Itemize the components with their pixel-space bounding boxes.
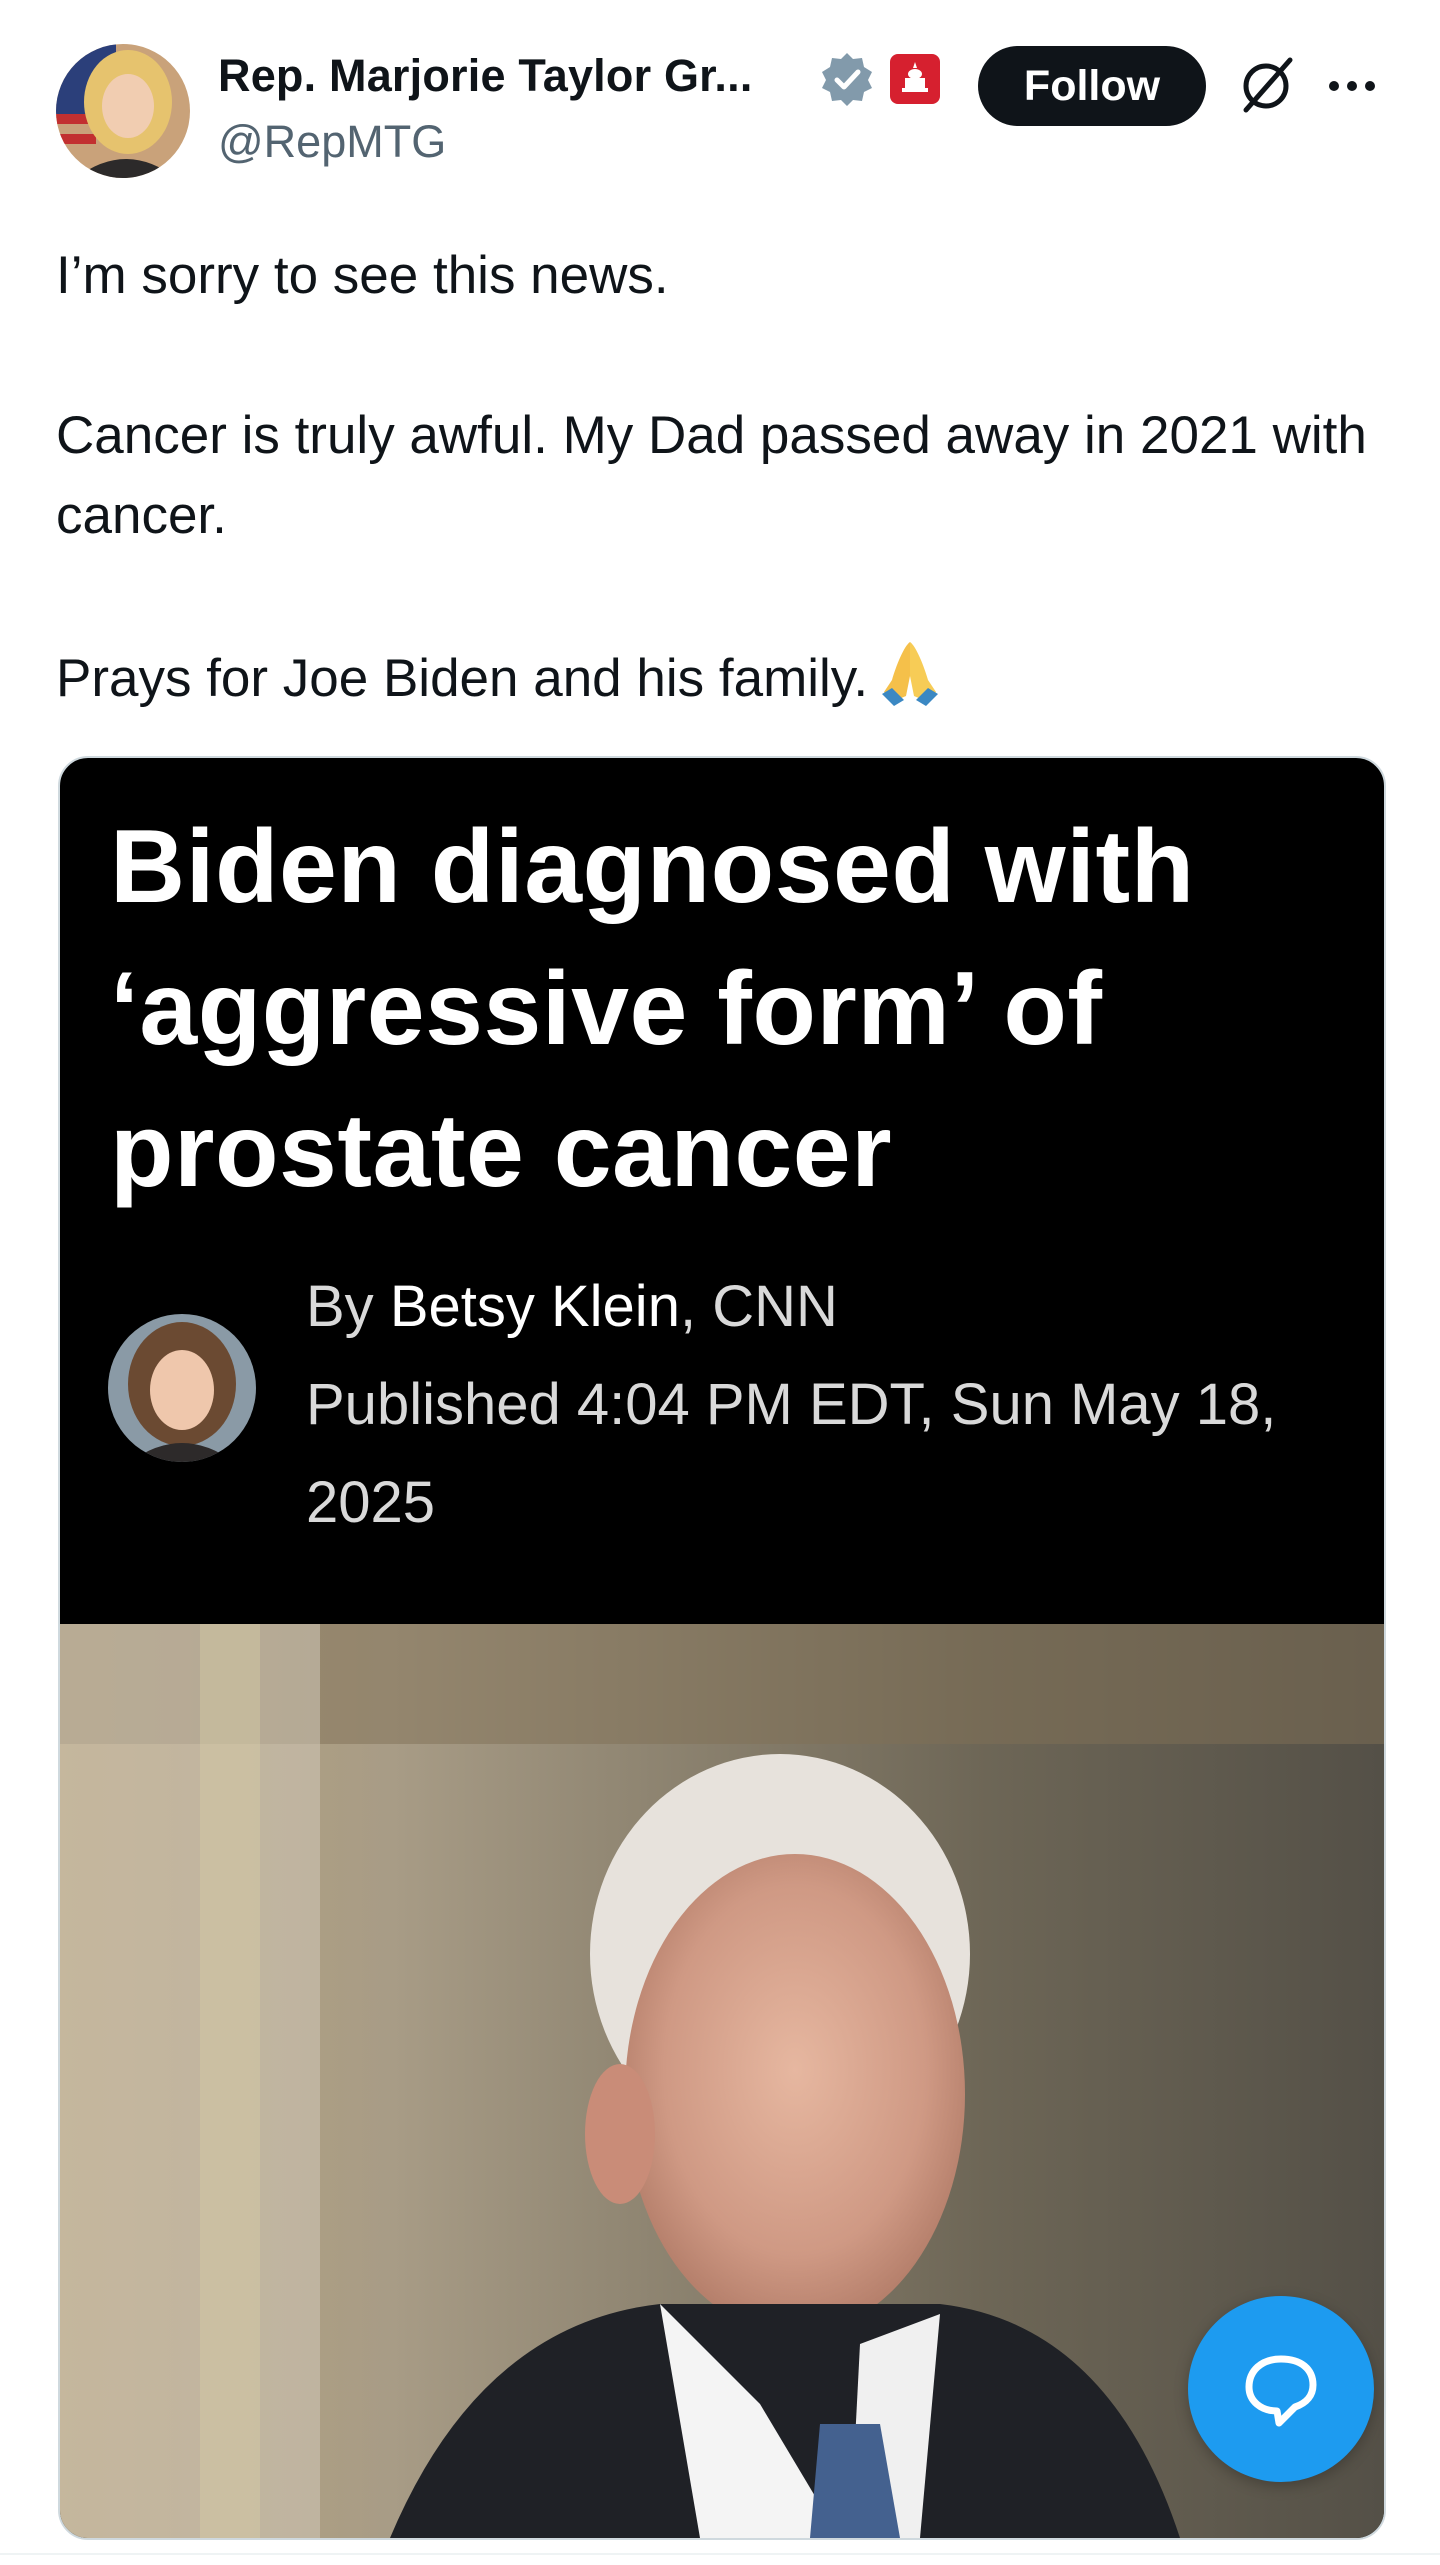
article-byline: By Betsy Klein, CNN Published 4:04 PM ED… xyxy=(306,1258,1306,1552)
follow-button[interactable]: Follow xyxy=(978,46,1206,126)
divider xyxy=(0,2553,1440,2555)
link-card[interactable]: Biden diagnosed with ‘aggressive form’ o… xyxy=(58,756,1386,2540)
reply-fab-button[interactable] xyxy=(1188,2296,1374,2482)
author-headshot xyxy=(108,1314,256,1462)
grok-icon[interactable] xyxy=(1236,54,1298,116)
more-options-icon[interactable] xyxy=(1326,66,1378,106)
byline-prefix: By xyxy=(306,1274,390,1339)
tweet-header: Rep. Marjorie Taylor Gr... Follow @RepMT… xyxy=(0,0,1440,200)
article-headline: Biden diagnosed with ‘aggressive form’ o… xyxy=(110,809,1195,1209)
article-photo xyxy=(60,1624,1384,2538)
government-badge-icon xyxy=(890,54,940,104)
tweet-text: I’m sorry to see this news. Cancer is tr… xyxy=(56,236,1386,719)
publish-date: Published 4:04 PM EDT, Sun May 18, 2025 xyxy=(306,1372,1277,1535)
tweet-paragraph: Cancer is truly awful. My Dad passed awa… xyxy=(56,406,1367,545)
reply-bubble-icon xyxy=(1245,2355,1317,2427)
tweet-paragraph: I’m sorry to see this news. xyxy=(56,246,669,305)
byline-author: Betsy Klein xyxy=(389,1274,680,1339)
folded-hands-emoji xyxy=(882,642,939,706)
author-avatar[interactable] xyxy=(56,44,190,178)
author-name[interactable]: Rep. Marjorie Taylor Gr... xyxy=(218,50,753,102)
tweet-paragraph-text: Prays for Joe Biden and his family. xyxy=(56,649,869,708)
author-handle[interactable]: @RepMTG xyxy=(218,116,446,168)
byline-outlet: , CNN xyxy=(679,1274,838,1339)
verified-badge-icon xyxy=(822,53,872,106)
byline-author-line: By Betsy Klein, CNN xyxy=(306,1258,1306,1356)
tweet-paragraph-last: Prays for Joe Biden and his family. xyxy=(56,636,1386,719)
